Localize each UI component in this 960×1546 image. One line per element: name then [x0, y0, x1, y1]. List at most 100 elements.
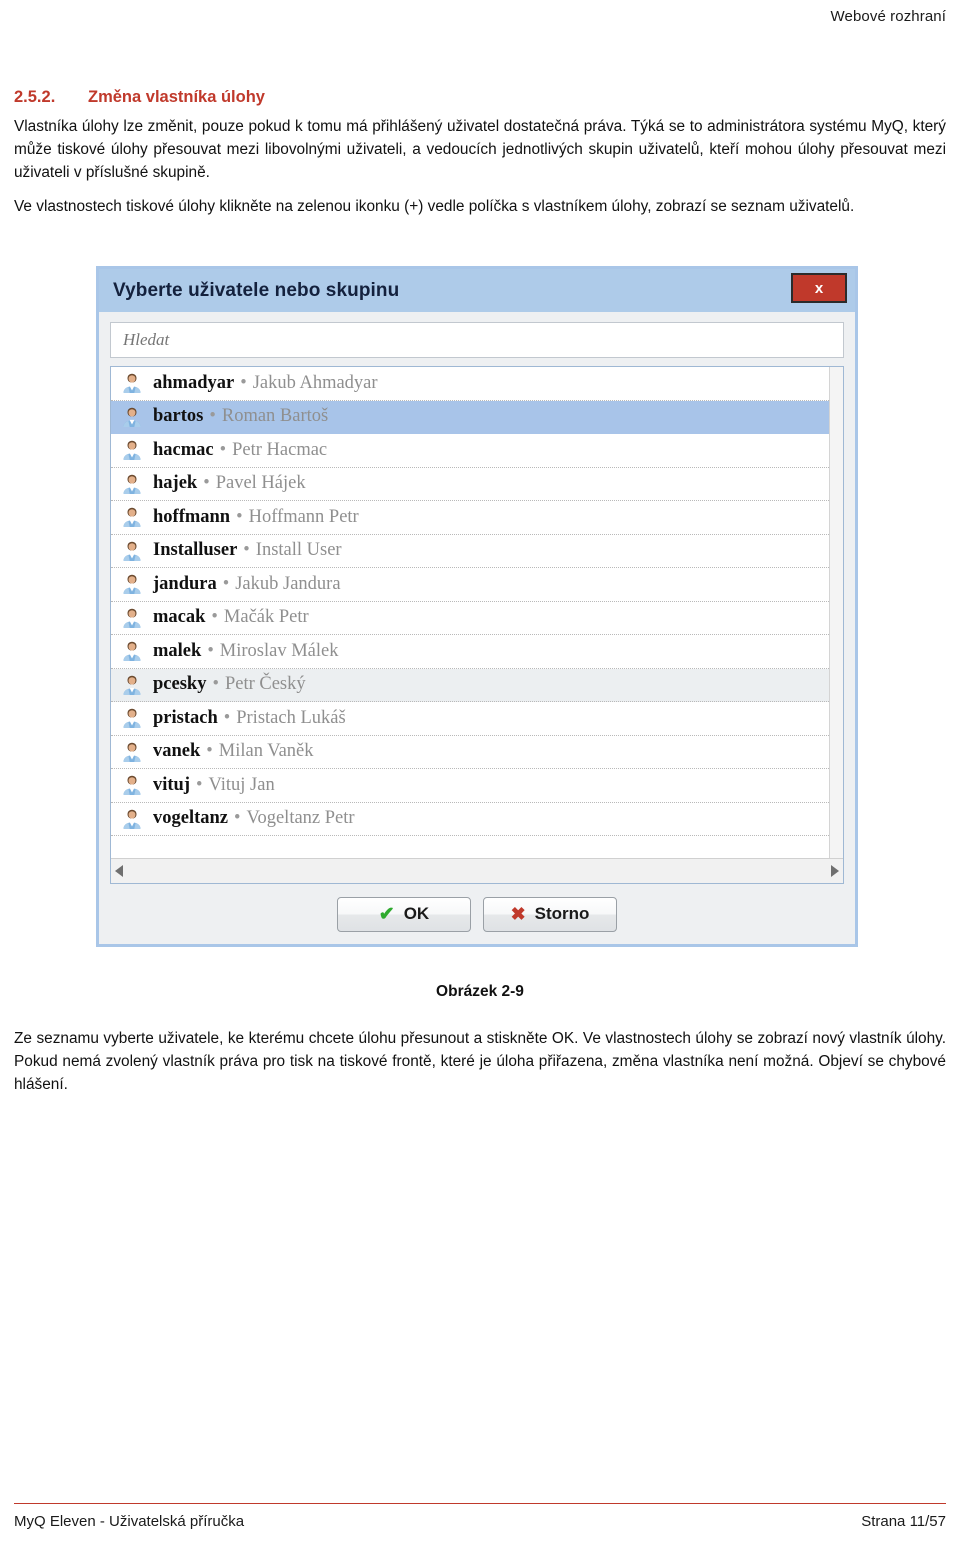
list-item-username: vituj	[153, 774, 190, 795]
footer-page-number: Strana 11/57	[861, 1513, 946, 1530]
document-page: Webové rozhraní 2.5.2. Změna vlastníka ú…	[0, 0, 960, 1546]
list-item-fullname: Jakub Ahmadyar	[252, 372, 378, 393]
user-list[interactable]: ahmadyar • Jakub Ahmadyar bartos • Roman Bar…	[111, 367, 843, 858]
cross-icon: ✖	[510, 904, 526, 924]
check-icon: ✔	[378, 903, 395, 925]
list-item[interactable]: vituj • Vituj Jan	[111, 769, 843, 803]
user-icon	[121, 573, 143, 595]
select-user-dialog: Vyberte uživatele nebo skupinu x ahmadya…	[96, 266, 858, 947]
paragraph-1: Vlastníka úlohy lze změnit, pouze pokud …	[14, 118, 946, 181]
list-item-username: Installuser	[153, 540, 238, 561]
list-item-separator: •	[196, 774, 203, 795]
user-icon	[121, 506, 143, 528]
list-item-fullname: Petr Český	[224, 674, 306, 695]
user-icon	[121, 640, 143, 662]
user-list-frame: ahmadyar • Jakub Ahmadyar bartos • Roman Bar…	[110, 366, 844, 884]
section-title: Změna vlastníka úlohy	[88, 88, 265, 106]
list-item-fullname: Petr Hacmac	[232, 439, 328, 460]
horizontal-scrollbar[interactable]	[111, 858, 843, 883]
list-item-username: ahmadyar	[153, 372, 235, 393]
list-item[interactable]: malek • Miroslav Málek	[111, 635, 843, 669]
footer-left-text: MyQ Eleven - Uživatelská příručka	[14, 1513, 245, 1530]
list-item-fullname: Pavel Hájek	[215, 473, 306, 494]
user-icon	[121, 372, 143, 394]
list-item[interactable]: bartos • Roman Bartoš	[111, 400, 843, 434]
dialog-body: ahmadyar•Jakub Ahmadyar bartos•Roman Bar…	[99, 312, 855, 884]
page-footer: MyQ Eleven - Uživatelská příručka Strana…	[14, 1503, 946, 1530]
list-item-separator: •	[203, 473, 210, 494]
list-item-username: hajek	[153, 473, 198, 494]
list-item[interactable]: vogeltanz • Vogeltanz Petr	[111, 802, 843, 836]
list-item-separator: •	[223, 707, 231, 728]
cancel-button[interactable]: ✖ Storno	[483, 896, 617, 932]
list-item-separator: •	[211, 607, 218, 628]
figure-screenshot: Vyberte uživatele nebo skupinu x ahmadya…	[96, 266, 858, 947]
list-item-username: bartos	[153, 406, 204, 427]
list-item[interactable]: ahmadyar • Jakub Ahmadyar	[111, 367, 843, 401]
list-item-separator: •	[243, 540, 250, 561]
list-item-username: vanek	[153, 741, 201, 762]
list-item[interactable]: hoffmann • Hoffmann Petr	[111, 501, 843, 535]
user-icon	[121, 707, 143, 729]
list-item[interactable]: jandura • Jakub Jandura	[111, 568, 843, 602]
list-item-fullname: Pristach Lukáš	[236, 707, 346, 728]
user-icon	[121, 406, 143, 428]
footer-divider	[14, 1503, 946, 1504]
list-item-username: macak	[153, 607, 206, 628]
list-item[interactable]: pcesky • Petr Český	[111, 668, 843, 702]
section-content: 2.5.2. Změna vlastníka úlohy Vlastníka ú…	[14, 88, 946, 219]
section-number: 2.5.2.	[14, 88, 56, 106]
list-empty-space	[111, 836, 843, 858]
user-icon	[121, 607, 143, 629]
user-icon	[121, 808, 143, 830]
list-item-separator: •	[222, 573, 230, 594]
dialog-footer: ✔ OK ✖ Storno	[99, 884, 855, 944]
dialog-title: Vyberte uživatele nebo skupinu	[113, 279, 400, 301]
list-item[interactable]: pristach • Pristach Lukáš	[111, 702, 843, 736]
user-icon	[121, 674, 143, 696]
paragraph-2: Ve vlastnostech tiskové úlohy klikněte n…	[14, 198, 855, 216]
list-item-fullname: Vituj Jan	[208, 774, 275, 795]
list-item[interactable]: hajek • Pavel Hájek	[111, 467, 843, 501]
list-item[interactable]: macak • Mačák Petr	[111, 601, 843, 635]
user-icon	[121, 540, 143, 562]
list-item-fullname: Hoffmann Petr	[248, 506, 359, 527]
list-item-separator: •	[207, 640, 214, 661]
list-item-fullname: Mačák Petr	[223, 607, 309, 628]
list-item-username: malek	[153, 640, 202, 661]
paragraph-3: Ze seznamu vyberte uživatele, ke kterému…	[14, 1030, 946, 1093]
user-icon	[121, 774, 143, 796]
cancel-button-label: Storno	[534, 904, 590, 923]
list-item-username: jandura	[153, 573, 217, 594]
list-item-username: hacmac	[153, 439, 214, 460]
list-item-username: vogeltanz	[153, 808, 229, 829]
search-field[interactable]	[110, 322, 844, 358]
close-icon[interactable]: x	[791, 273, 847, 303]
list-item-separator: •	[206, 741, 213, 762]
user-icon	[121, 439, 143, 461]
list-item-username: hoffmann	[153, 506, 231, 527]
list-item[interactable]: hacmac • Petr Hacmac	[111, 434, 843, 468]
list-item-fullname: Milan Vaněk	[218, 741, 314, 762]
list-item-username: pcesky	[153, 674, 207, 695]
search-input[interactable]	[121, 329, 833, 351]
list-item[interactable]: Installuser • Install User	[111, 534, 843, 568]
user-icon	[121, 741, 143, 763]
list-item[interactable]: vanek • Milan Vaněk	[111, 735, 843, 769]
list-item-fullname: Miroslav Málek	[219, 640, 339, 661]
list-item-separator: •	[209, 406, 216, 427]
section-heading: 2.5.2. Změna vlastníka úlohy	[14, 88, 946, 107]
ok-button[interactable]: ✔ OK	[337, 896, 471, 932]
list-item-username: pristach	[153, 707, 218, 728]
vertical-scrollbar[interactable]	[829, 367, 843, 858]
list-item-fullname: Jakub Jandura	[235, 573, 341, 594]
user-icon	[121, 473, 143, 495]
dialog-titlebar: Vyberte uživatele nebo skupinu x	[99, 269, 855, 312]
running-header: Webové rozhraní	[830, 8, 946, 25]
list-item-fullname: Vogeltanz Petr	[246, 808, 355, 829]
scroll-right-arrow[interactable]	[831, 865, 839, 877]
list-item-separator: •	[236, 506, 243, 527]
scroll-left-arrow[interactable]	[115, 865, 123, 877]
ok-button-label: OK	[403, 904, 430, 923]
figure-caption: Obrázek 2-9	[436, 983, 524, 1000]
